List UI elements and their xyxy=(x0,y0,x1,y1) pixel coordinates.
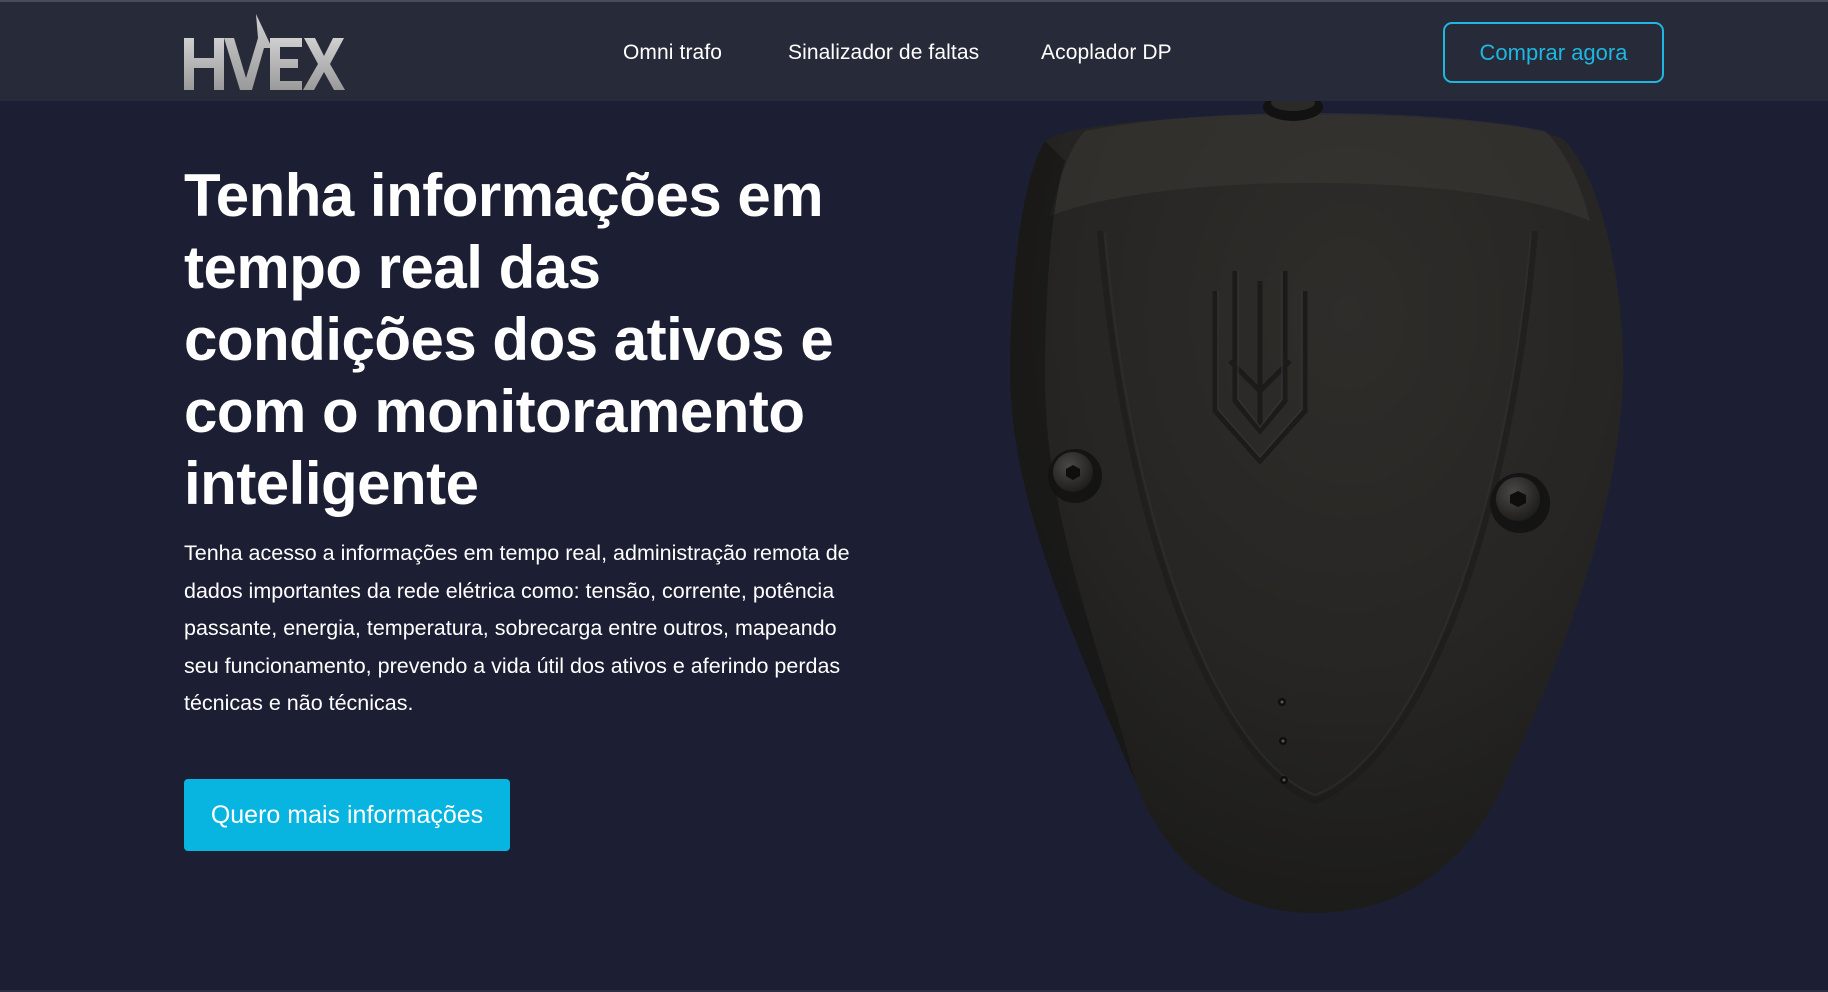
sensor-device-image xyxy=(1010,93,1624,913)
nav-acoplador-dp[interactable]: Acoplador DP xyxy=(1041,41,1172,65)
hvex-logo[interactable]: HVEX xyxy=(182,12,350,92)
product-image xyxy=(1005,93,1630,926)
page: HVEX Omni trafo Sinalizador de fal xyxy=(0,0,1828,992)
nav-sinalizador-de-faltas[interactable]: Sinalizador de faltas xyxy=(788,41,979,65)
navbar: HVEX Omni trafo Sinalizador de fal xyxy=(0,2,1828,101)
hero-description: Tenha acesso a informações em tempo real… xyxy=(184,541,850,715)
hero-title: Tenha informações em tempo real das cond… xyxy=(184,162,834,517)
buy-now-button[interactable]: Comprar agora xyxy=(1443,22,1664,83)
nav-omni-trafo[interactable]: Omni trafo xyxy=(623,41,722,65)
more-info-button[interactable]: Quero mais informações xyxy=(184,779,510,851)
hvex-logo-icon xyxy=(184,14,345,90)
